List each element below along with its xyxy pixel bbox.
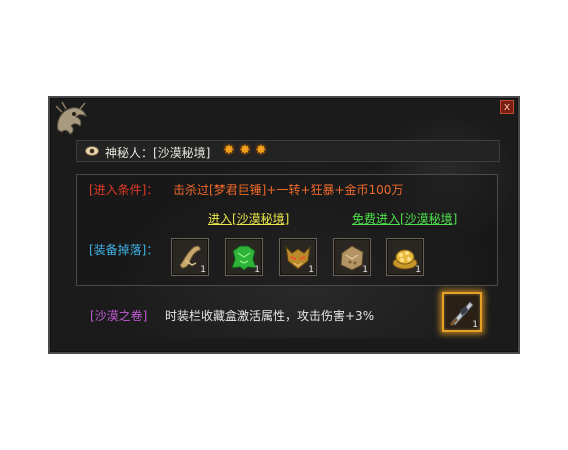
free-enter-dungeon-link[interactable]: 免费进入[沙漠秘境] [352,210,457,227]
drop-qty-5: 1 [415,265,421,275]
drop-slot-1[interactable]: 1 [171,238,209,276]
star-icon: ✸ [255,143,267,158]
drop-slot-3[interactable]: 1 [279,238,317,276]
drop-qty-1: 1 [200,265,206,275]
desert-scroll-text: 时装栏收藏盒激活属性，攻击伤害+3% [165,309,375,323]
npc-title: 神秘人：[沙漠秘境] [105,146,211,160]
npc-header: 神秘人：[沙漠秘境] ✸ ✸ ✸ [76,140,500,162]
dungeon-panel: x 神秘人：[沙漠秘境] ✸ ✸ ✸ [进入条件]： 击杀过[梦君巨锤]+一转+狂暴… [48,96,520,354]
close-button[interactable]: x [500,100,514,114]
entry-condition-label: [进入条件]： [89,183,159,197]
entry-condition-text: 击杀过[梦君巨锤]+一转+狂暴+金币100万 [173,183,404,197]
dragon-emblem-icon [55,101,87,135]
drop-qty-2: 1 [254,265,260,275]
star-icon: ✸ [239,143,251,158]
drop-qty-3: 1 [308,265,314,275]
eye-icon [85,146,99,156]
drop-slot-4[interactable]: 1 [333,238,371,276]
enter-dungeon-link[interactable]: 进入[沙漠秘境] [208,210,289,227]
equipment-drops-label: [装备掉落]： [89,243,159,257]
desert-scroll-label: [沙漠之卷] [90,309,148,323]
difficulty-stars: ✸ ✸ ✸ [221,143,269,158]
star-icon: ✸ [223,143,235,158]
reward-qty: 1 [472,320,478,330]
drop-qty-4: 1 [362,265,368,275]
reward-slot[interactable]: 1 [442,292,482,332]
drop-slot-5[interactable]: 1 [386,238,424,276]
drop-slot-2[interactable]: 1 [225,238,263,276]
